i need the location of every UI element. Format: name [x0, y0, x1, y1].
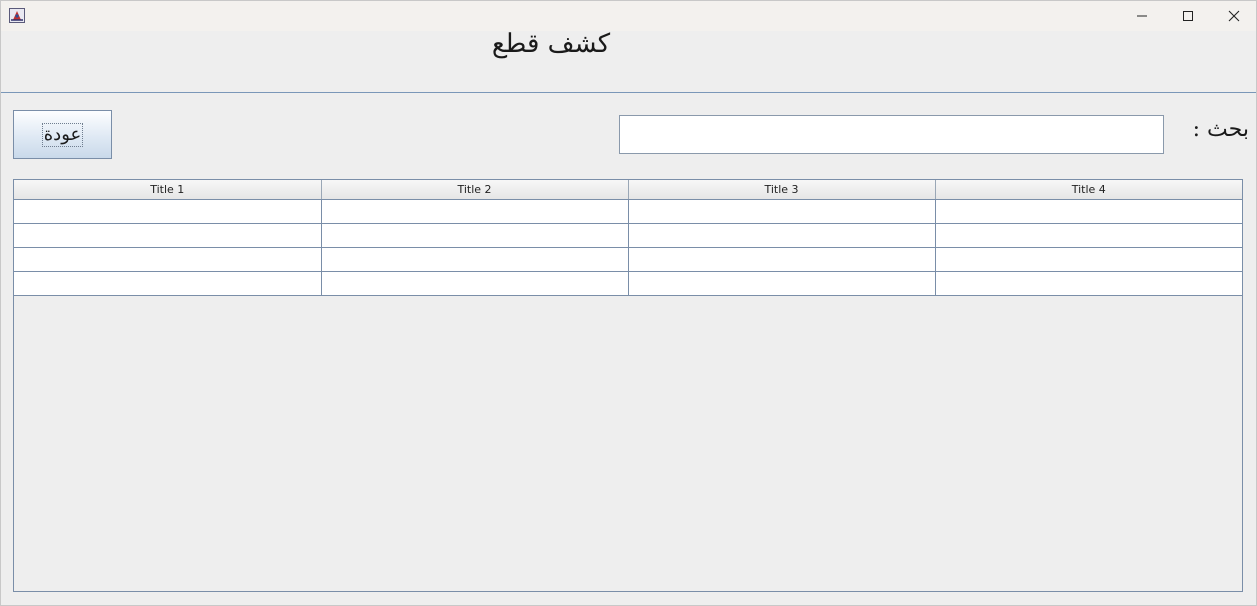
page-title: كشف قطع	[491, 29, 611, 59]
table-cell[interactable]	[321, 247, 629, 272]
table-cell[interactable]	[935, 199, 1242, 224]
table-cell[interactable]	[321, 199, 629, 224]
column-header-title-1[interactable]: Title 1	[14, 180, 322, 200]
column-header-title-4[interactable]: Title 4	[935, 180, 1242, 200]
close-button[interactable]	[1211, 1, 1256, 31]
table-row[interactable]	[14, 223, 1242, 248]
table-cell[interactable]	[321, 223, 629, 248]
data-table: Title 1 Title 2 Title 3 Title 4	[14, 180, 1242, 296]
table-cell[interactable]	[935, 223, 1242, 248]
minimize-icon	[1136, 10, 1148, 22]
column-header-title-2[interactable]: Title 2	[321, 180, 629, 200]
table-cell[interactable]	[321, 271, 629, 296]
maximize-icon	[1182, 10, 1194, 22]
app-window: كشف قطع عودة بحث : Title 1 Title 2 Title…	[0, 0, 1257, 606]
search-label: بحث :	[1192, 117, 1249, 142]
table-cell[interactable]	[628, 223, 936, 248]
back-button-label: عودة	[41, 122, 84, 147]
table-row[interactable]	[14, 247, 1242, 272]
table-cell[interactable]	[14, 271, 322, 296]
table-cell[interactable]	[935, 247, 1242, 272]
table-cell[interactable]	[628, 247, 936, 272]
table-scroll-pane[interactable]: Title 1 Title 2 Title 3 Title 4	[13, 179, 1243, 592]
close-icon	[1228, 10, 1240, 22]
header-panel: كشف قطع	[1, 29, 1256, 93]
table-row[interactable]	[14, 271, 1242, 296]
java-app-icon	[9, 8, 25, 23]
table-cell[interactable]	[14, 223, 322, 248]
table-header-row: Title 1 Title 2 Title 3 Title 4	[14, 180, 1242, 200]
minimize-button[interactable]	[1119, 1, 1165, 31]
maximize-button[interactable]	[1165, 1, 1211, 31]
back-button[interactable]: عودة	[13, 110, 112, 159]
search-input[interactable]	[619, 115, 1164, 154]
title-bar[interactable]	[1, 1, 1256, 31]
table-cell[interactable]	[628, 199, 936, 224]
table-cell[interactable]	[14, 199, 322, 224]
table-cell[interactable]	[935, 271, 1242, 296]
table-row[interactable]	[14, 199, 1242, 224]
column-header-title-3[interactable]: Title 3	[628, 180, 936, 200]
table-cell[interactable]	[14, 247, 322, 272]
table-cell[interactable]	[628, 271, 936, 296]
